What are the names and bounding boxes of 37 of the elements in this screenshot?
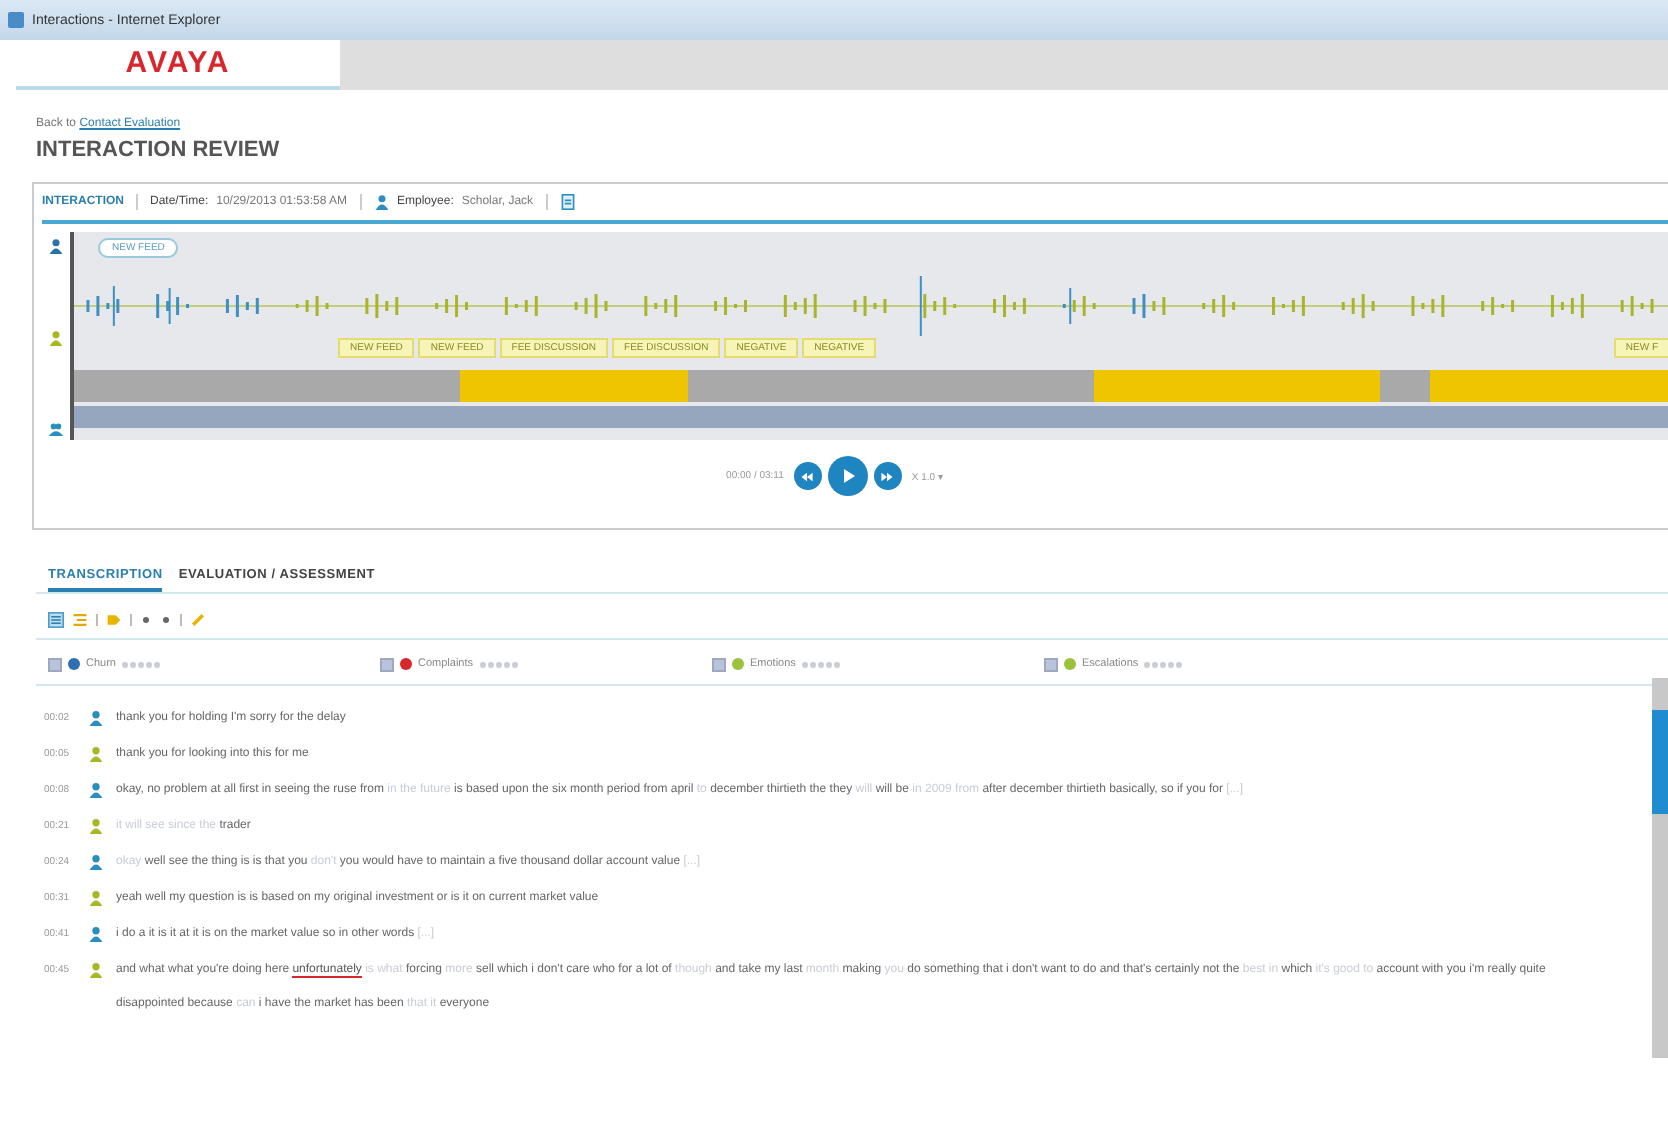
checkbox[interactable] bbox=[1044, 657, 1058, 671]
play-button[interactable] bbox=[827, 456, 868, 496]
customer-icon bbox=[48, 329, 64, 345]
tag-icon[interactable] bbox=[106, 612, 122, 628]
forward-button[interactable] bbox=[873, 462, 902, 490]
document-icon[interactable] bbox=[559, 194, 576, 210]
list-icon[interactable] bbox=[48, 612, 64, 628]
dot-icon[interactable] bbox=[140, 614, 152, 626]
rewind-icon bbox=[800, 469, 815, 483]
checkbox[interactable] bbox=[48, 657, 62, 671]
scrollbar-thumb[interactable] bbox=[1652, 710, 1668, 814]
star-rating[interactable] bbox=[1144, 661, 1183, 667]
star-rating[interactable] bbox=[801, 661, 840, 667]
indent-icon[interactable] bbox=[72, 612, 88, 628]
customer-icon bbox=[88, 818, 104, 834]
browser-icon bbox=[8, 12, 24, 28]
checkbox[interactable] bbox=[712, 657, 726, 671]
agent-icon bbox=[88, 854, 104, 870]
customer-icon bbox=[88, 962, 104, 978]
customer-icon bbox=[88, 746, 104, 762]
star-rating[interactable] bbox=[121, 661, 160, 667]
fast-forward-icon bbox=[880, 469, 895, 483]
agent-icon bbox=[48, 238, 64, 254]
scrollbar[interactable] bbox=[1652, 678, 1668, 1058]
rewind-button[interactable] bbox=[793, 462, 822, 490]
star-rating[interactable] bbox=[479, 661, 518, 667]
pencil-icon[interactable] bbox=[190, 612, 206, 628]
customer-icon bbox=[88, 890, 104, 906]
dot-icon[interactable] bbox=[160, 614, 172, 626]
agent-icon bbox=[88, 710, 104, 726]
page-title: INTERACTION REVIEW bbox=[36, 138, 282, 162]
logo: AVAYA bbox=[125, 46, 231, 80]
checkbox[interactable] bbox=[380, 657, 394, 671]
group-icon bbox=[48, 420, 64, 436]
person-icon bbox=[373, 194, 390, 210]
agent-icon bbox=[88, 782, 104, 798]
agent-icon bbox=[88, 926, 104, 942]
